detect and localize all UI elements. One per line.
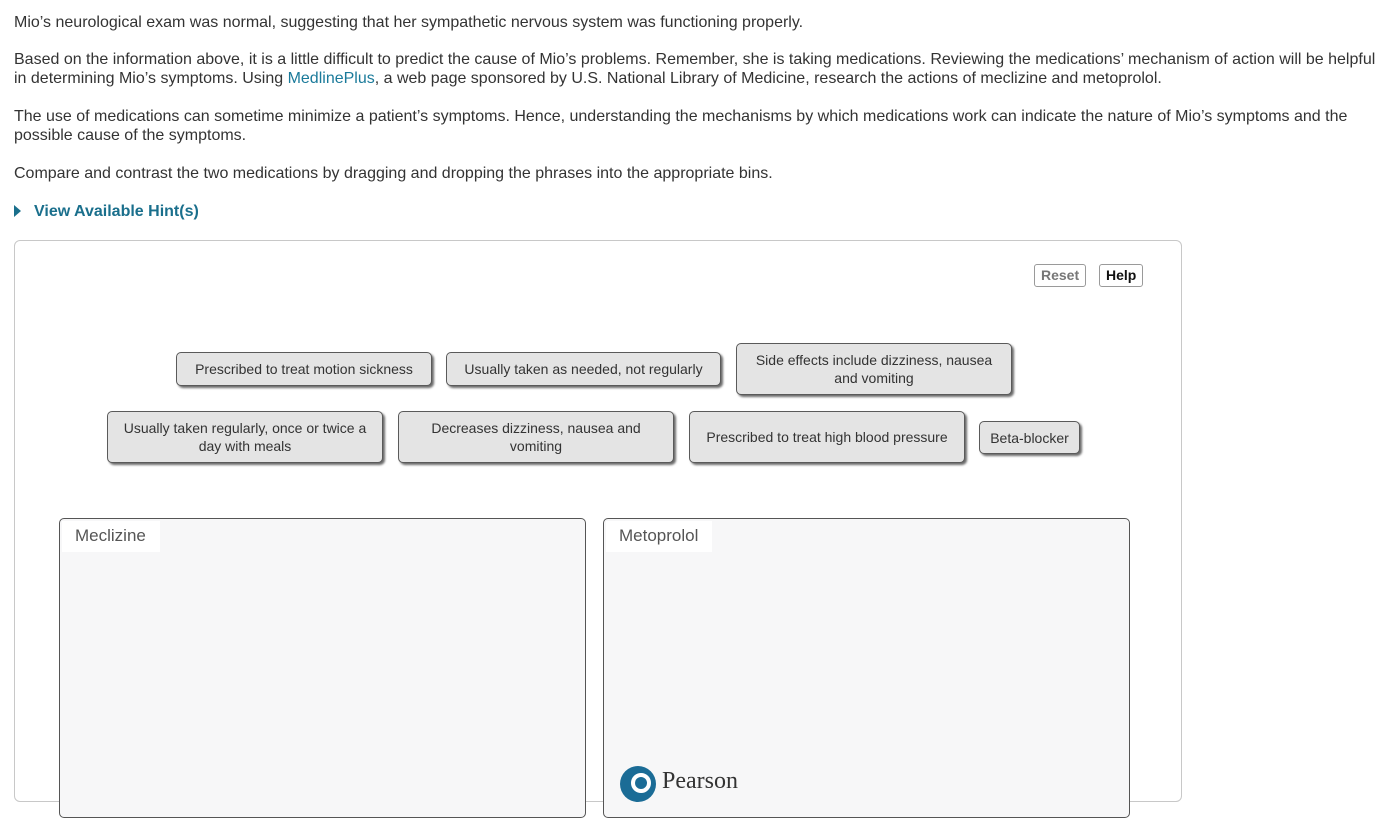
draggable-chip[interactable]: Side effects include dizziness, nausea a…	[736, 343, 1012, 395]
intro-paragraph-1: Mio’s neurological exam was normal, sugg…	[14, 14, 804, 31]
draggable-chip[interactable]: Prescribed to treat motion sickness	[176, 352, 432, 386]
draggable-chip[interactable]: Usually taken as needed, not regularly	[446, 352, 721, 386]
draggable-chip[interactable]: Beta-blocker	[979, 421, 1080, 454]
drop-bin-meclizine[interactable]: Meclizine	[59, 518, 586, 818]
draggable-chip[interactable]: Prescribed to treat high blood pressure	[689, 411, 965, 463]
medlineplus-link[interactable]: MedlinePlus	[288, 70, 375, 87]
view-hints-toggle[interactable]: View Available Hint(s)	[14, 203, 199, 221]
help-button[interactable]: Help	[1099, 264, 1144, 287]
intro-paragraph-2: Based on the information above, it is a …	[14, 50, 1386, 88]
draggable-chip[interactable]: Usually taken regularly, once or twice a…	[107, 411, 383, 463]
view-hints-label: View Available Hint(s)	[34, 203, 199, 220]
bin-label: Meclizine	[62, 521, 160, 552]
pearson-logo-icon	[620, 766, 656, 802]
pearson-logo: Pearson	[620, 766, 738, 802]
reset-button[interactable]: Reset	[1034, 264, 1087, 287]
draggable-chip[interactable]: Decreases dizziness, nausea and vomiting	[398, 411, 674, 463]
bin-label: Metoprolol	[606, 521, 713, 552]
intro-paragraph-3: The use of medications can sometime mini…	[14, 108, 1348, 144]
pearson-logo-text: Pearson	[662, 768, 738, 794]
intro-paragraph-2-text-b: , a web page sponsored by U.S. National …	[374, 70, 1162, 87]
triangle-right-icon	[14, 205, 21, 217]
instructions-paragraph: Compare and contrast the two medications…	[14, 165, 773, 182]
